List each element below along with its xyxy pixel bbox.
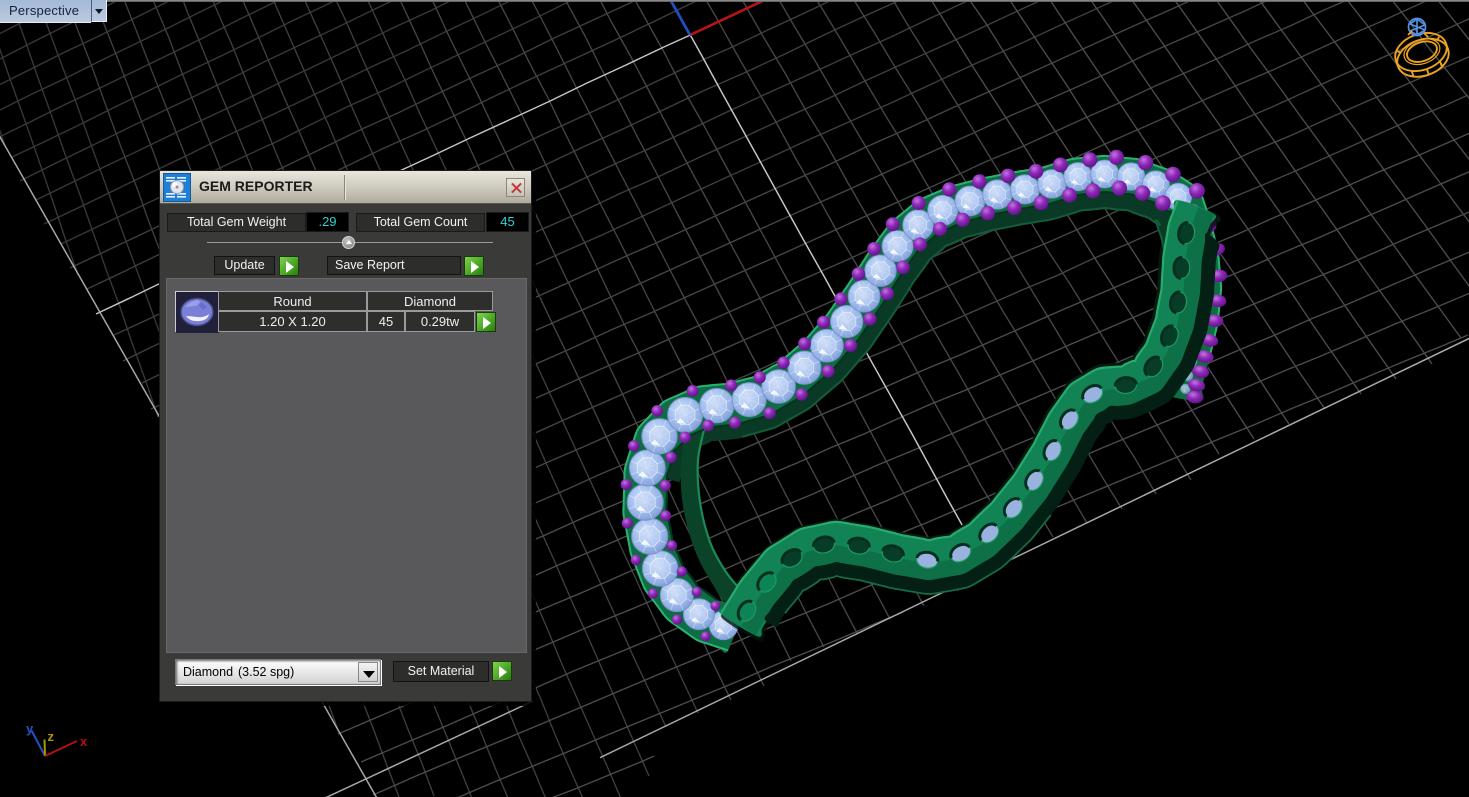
svg-text:z: z: [48, 729, 55, 744]
svg-text:x: x: [80, 734, 88, 749]
svg-text:y: y: [26, 721, 34, 736]
